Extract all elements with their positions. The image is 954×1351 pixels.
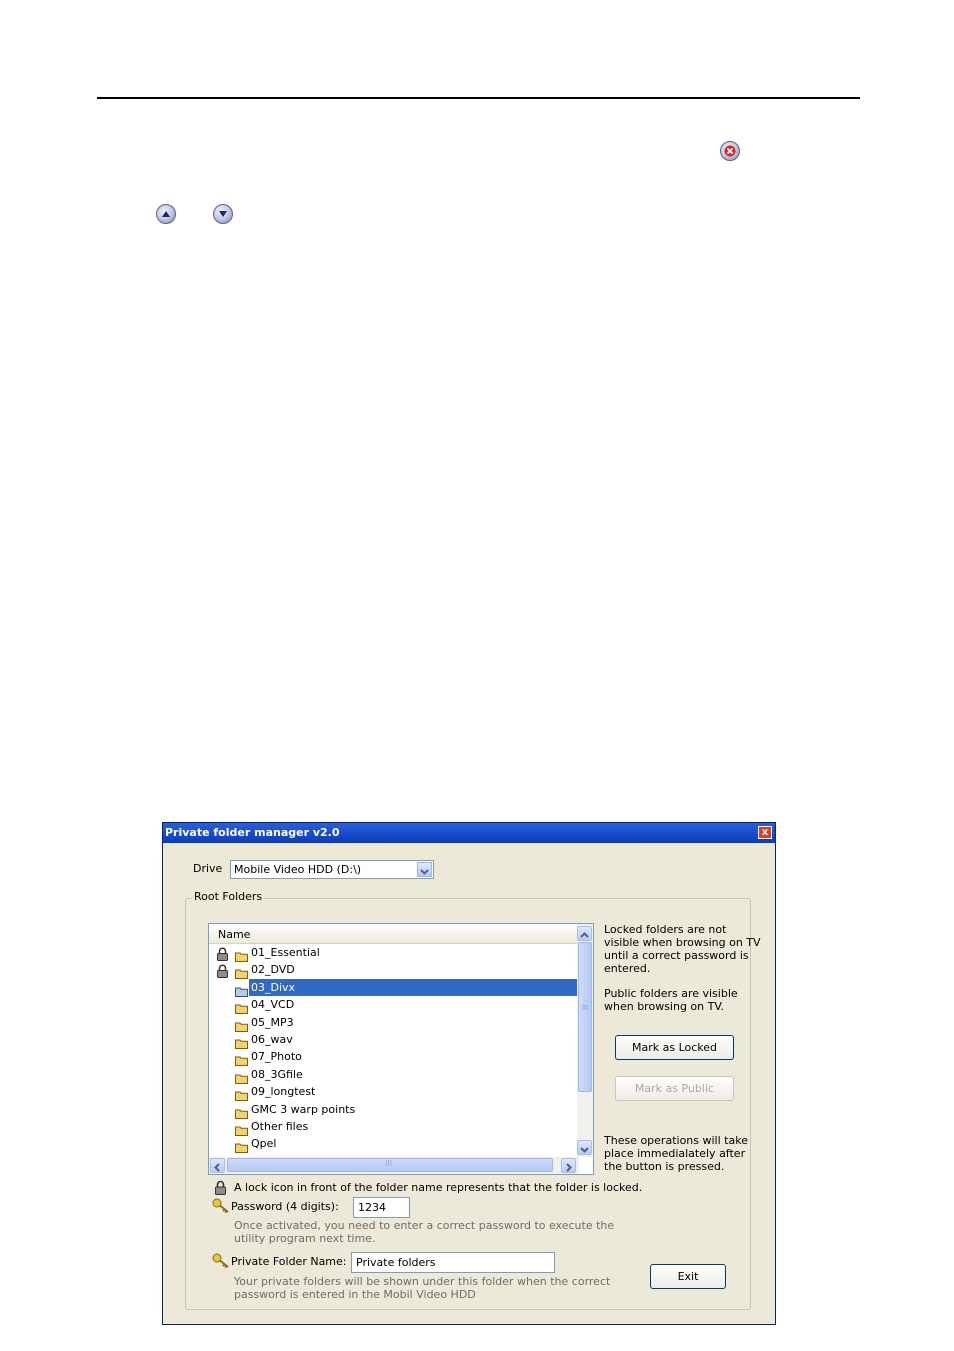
folder-row[interactable]: 03_Divx xyxy=(209,978,579,997)
password-value: 1234 xyxy=(358,1201,386,1214)
down-arrow-circle-icon xyxy=(213,204,233,224)
folder-row[interactable]: Other files xyxy=(209,1118,579,1136)
folder-row[interactable]: 09_longtest xyxy=(209,1083,579,1102)
info-public-line-2: when browsing on TV. xyxy=(604,1000,724,1013)
lock-icon xyxy=(214,1180,227,1199)
root-folders-title: Root Folders xyxy=(192,890,265,903)
folder-row[interactable]: 01_Essential xyxy=(209,944,579,962)
folder-row[interactable]: 07_Photo xyxy=(209,1048,579,1067)
info-ops-line-3: the button is pressed. xyxy=(604,1160,725,1173)
folder-name: 04_VCD xyxy=(251,998,295,1012)
private-folder-manager-window: Private folder manager v2.0 x Drive Mobi… xyxy=(162,822,776,1325)
folder-name: 06_wav xyxy=(251,1033,293,1046)
password-note-line-2: utility program next time. xyxy=(234,1232,376,1245)
vertical-scroll-grip: ≡ xyxy=(581,1003,589,1013)
info-locked-line-4: entered. xyxy=(604,962,651,975)
header-rule xyxy=(97,97,860,99)
vertical-scrollbar[interactable]: ≡ xyxy=(577,924,593,1157)
private-note-line-2: password is entered in the Mobil Video H… xyxy=(234,1288,476,1301)
close-circle-icon xyxy=(720,141,740,161)
private-folder-name-value: Private folders xyxy=(356,1256,436,1269)
list-header-name[interactable]: Name xyxy=(209,924,579,944)
folder-name: 09_longtest xyxy=(251,1085,316,1099)
folder-row[interactable]: 04_VCD xyxy=(209,996,579,1015)
window-title: Private folder manager v2.0 xyxy=(165,826,340,839)
private-folder-name-input[interactable]: Private folders xyxy=(351,1252,555,1273)
list-header-label: Name xyxy=(218,928,251,941)
folder-name: 01_Essential xyxy=(251,946,320,959)
window-titlebar[interactable]: Private folder manager v2.0 x xyxy=(163,823,775,843)
window-close-button[interactable]: x xyxy=(758,826,772,839)
up-arrow-circle-icon xyxy=(156,204,176,224)
horizontal-scroll-grip: III xyxy=(385,1159,393,1168)
mark-as-public-button[interactable]: Mark as Public xyxy=(615,1076,734,1101)
folder-name: 08_3Gfile xyxy=(251,1067,303,1081)
password-input[interactable]: 1234 xyxy=(353,1197,410,1218)
key-icon xyxy=(212,1198,230,1218)
scroll-left-button[interactable] xyxy=(210,1158,225,1173)
info-locked-line-2: visible when browsing on TV xyxy=(604,936,761,949)
folder-row[interactable]: GMC 3 warp points xyxy=(209,1101,579,1119)
lock-note: A lock icon in front of the folder name … xyxy=(234,1181,643,1194)
exit-button[interactable]: Exit xyxy=(650,1264,726,1289)
scroll-up-button[interactable] xyxy=(577,926,592,941)
folder-list[interactable]: Name 01_Essential 02_DVD 03_Divx 04_VCD 05_M… xyxy=(208,923,594,1175)
folder-name: 02_DVD xyxy=(251,963,295,977)
scroll-right-button[interactable] xyxy=(561,1158,576,1173)
folder-name: Qpel xyxy=(251,1137,277,1151)
folder-row[interactable]: 08_3Gfile xyxy=(209,1066,579,1084)
folder-name: Other files xyxy=(251,1120,309,1133)
chevron-down-icon[interactable] xyxy=(417,862,432,877)
key-icon xyxy=(212,1253,230,1273)
folder-row[interactable]: 05_MP3 xyxy=(209,1014,579,1032)
scroll-down-button[interactable] xyxy=(577,1140,592,1155)
folder-icon xyxy=(235,1138,248,1157)
folder-name: 07_Photo xyxy=(251,1050,302,1064)
folder-name: 05_MP3 xyxy=(251,1015,294,1029)
folder-name: GMC 3 warp points xyxy=(251,1102,356,1116)
folder-name: 03_Divx xyxy=(251,980,296,994)
folder-row[interactable]: 06_wav xyxy=(209,1031,579,1049)
mark-as-locked-button[interactable]: Mark as Locked xyxy=(615,1035,734,1060)
folder-row[interactable]: Qpel xyxy=(209,1135,579,1154)
info-locked-line-1: Locked folders are not xyxy=(604,923,727,936)
private-folder-name-label: Private Folder Name: xyxy=(231,1255,347,1268)
info-locked-line-3: until a correct password is xyxy=(604,949,749,962)
folder-row[interactable]: 02_DVD xyxy=(209,961,579,980)
drive-select[interactable]: Mobile Video HDD (D:\) xyxy=(230,860,434,879)
selection-highlight xyxy=(249,978,577,996)
info-public-line-1: Public folders are visible xyxy=(604,987,738,1000)
info-ops-line-2: place immedialately after xyxy=(604,1147,746,1160)
password-note-line-1: Once activated, you need to enter a corr… xyxy=(234,1219,615,1232)
horizontal-scrollbar[interactable]: III xyxy=(209,1157,579,1174)
drive-select-value: Mobile Video HDD (D:\) xyxy=(234,863,362,876)
horizontal-scroll-thumb[interactable]: III xyxy=(227,1158,553,1172)
drive-label: Drive xyxy=(193,862,223,875)
info-ops-line-1: These operations will take xyxy=(604,1134,748,1147)
vertical-scroll-thumb[interactable]: ≡ xyxy=(578,942,592,1092)
private-note-line-1: Your private folders will be shown under… xyxy=(234,1275,611,1288)
password-label: Password (4 digits): xyxy=(231,1200,339,1213)
